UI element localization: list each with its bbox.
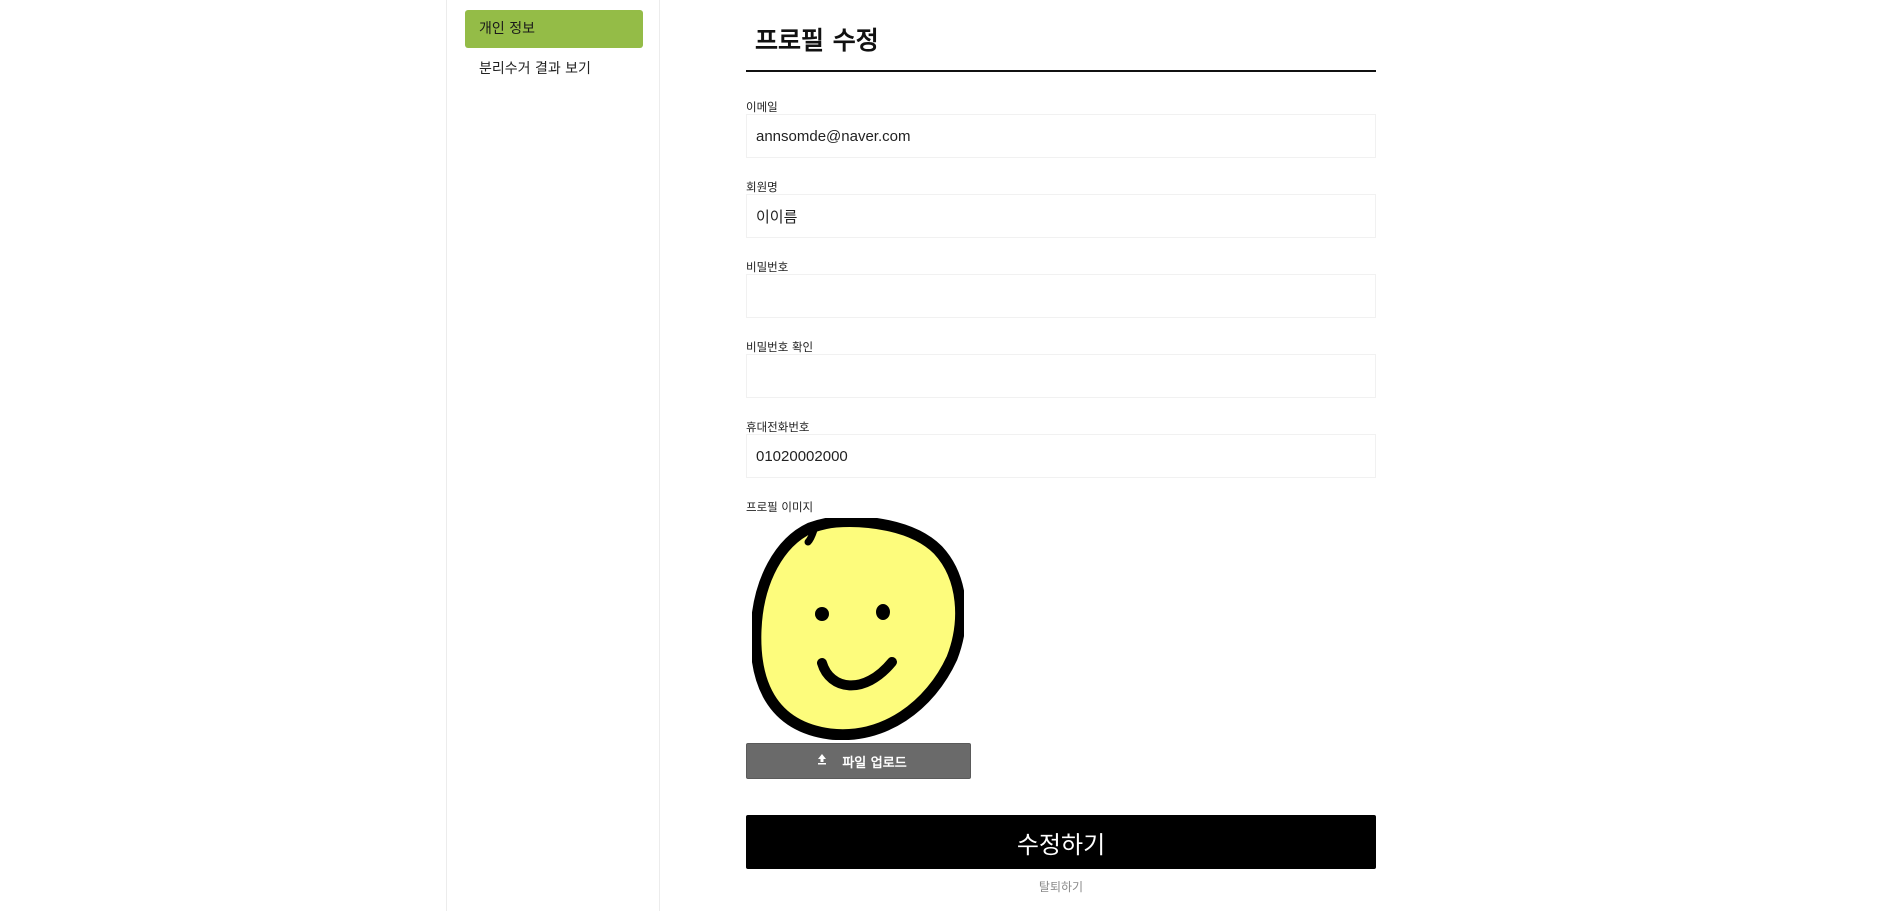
profile-image (750, 516, 967, 741)
password-field[interactable] (746, 274, 1376, 318)
sidebar-item-label: 분리수거 결과 보기 (479, 61, 591, 77)
email-field[interactable] (746, 114, 1376, 158)
password-label: 비밀번호 (746, 260, 789, 274)
sidebar: 개인 정보 분리수거 결과 보기 (446, 0, 660, 911)
sidebar-item-label: 개인 정보 (479, 21, 535, 37)
profile-image-label: 프로필 이미지 (746, 500, 814, 514)
name-field[interactable] (746, 194, 1376, 238)
phone-label: 휴대전화번호 (746, 420, 810, 434)
upload-arrow-icon (810, 753, 834, 769)
phone-field[interactable] (746, 434, 1376, 478)
upload-button-label: 파일 업로드 (842, 755, 907, 771)
smiley-face-icon (750, 516, 967, 741)
sidebar-item-personal-info[interactable]: 개인 정보 (465, 10, 643, 48)
sidebar-item-recycling-results[interactable]: 분리수거 결과 보기 (465, 50, 643, 88)
password-confirm-label: 비밀번호 확인 (746, 340, 814, 354)
page-frame: 개인 정보 분리수거 결과 보기 프로필 수정 이메일 회원명 비밀번호 비밀번… (0, 0, 1900, 911)
submit-button[interactable]: 수정하기 (746, 815, 1376, 869)
file-upload-button[interactable]: 파일 업로드 (746, 743, 971, 779)
profile-edit-form: 프로필 수정 이메일 회원명 비밀번호 비밀번호 확인 휴대전화번호 프로필 이… (746, 0, 1376, 911)
name-label: 회원명 (746, 180, 778, 194)
withdraw-link[interactable]: 탈퇴하기 (746, 878, 1376, 895)
page-title: 프로필 수정 (746, 0, 1376, 72)
password-confirm-field[interactable] (746, 354, 1376, 398)
email-label: 이메일 (746, 100, 778, 114)
